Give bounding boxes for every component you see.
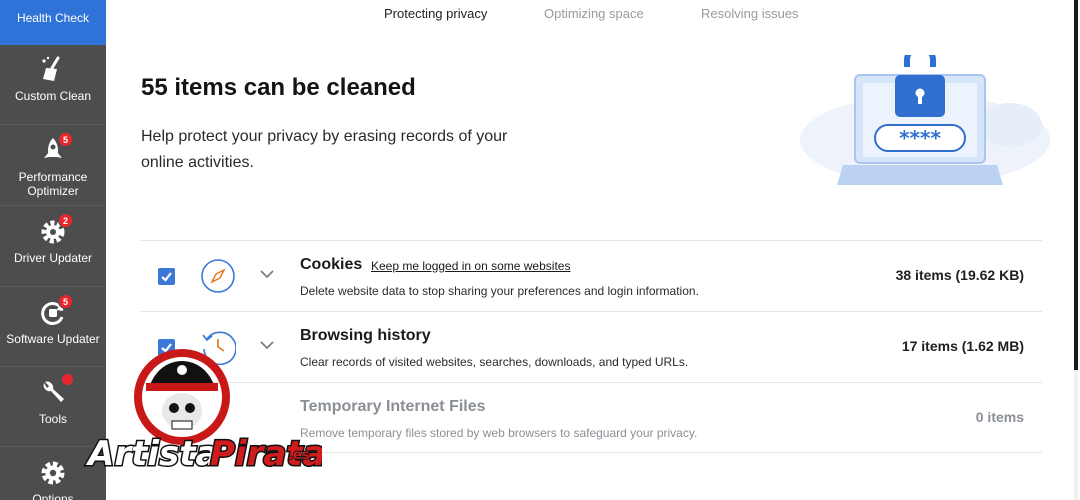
svg-text:.es: .es <box>288 448 310 463</box>
broom-icon <box>38 55 68 85</box>
rocket-icon: 5 <box>38 132 73 166</box>
watermark-logo: Artista Pirata .es <box>82 345 327 485</box>
sidebar-item-label: Software Updater <box>6 332 100 346</box>
badge-count: 2 <box>58 213 73 228</box>
gear-icon: 2 <box>38 213 73 247</box>
settings-icon <box>38 458 68 488</box>
list-item-cookies[interactable]: Cookies Keep me logged in on some websit… <box>140 240 1042 311</box>
sidebar-item-custom-clean[interactable]: Custom Clean <box>0 55 106 123</box>
badge-count: 5 <box>58 294 73 309</box>
sidebar-item-performance-optimizer[interactable]: 5 Performance Optimizer <box>0 132 106 204</box>
wrench-icon <box>38 374 73 408</box>
row-count: 0 items <box>975 409 1024 425</box>
tab-optimizing-space[interactable]: Optimizing space <box>544 6 644 21</box>
compass-icon <box>200 258 236 294</box>
sidebar-item-label: Performance Optimizer <box>18 170 88 198</box>
tab-protecting-privacy[interactable]: Protecting privacy <box>384 6 487 21</box>
badge-count: 5 <box>58 132 73 147</box>
password-mask-text: **** <box>899 126 941 150</box>
sidebar-item-label: Custom Clean <box>14 89 92 103</box>
row-description: Remove temporary files stored by web bro… <box>300 426 698 440</box>
cookies-checkbox[interactable] <box>158 268 175 285</box>
sidebar-item-label: Tools <box>38 412 67 426</box>
row-title: Temporary Internet Files <box>300 398 486 415</box>
row-count: 17 items (1.62 MB) <box>901 338 1024 354</box>
sidebar-item-label: Options <box>32 492 74 500</box>
row-description: Clear records of visited websites, searc… <box>300 355 689 369</box>
keep-logged-in-link[interactable]: Keep me logged in on some websites <box>371 259 570 273</box>
page-title: 55 items can be cleaned <box>141 74 416 101</box>
row-title: Cookies <box>300 256 363 273</box>
sidebar-item-label: Driver Updater <box>13 251 93 265</box>
sidebar-divider <box>0 286 106 287</box>
sidebar-divider <box>0 124 106 125</box>
page-description: Help protect your privacy by erasing rec… <box>141 128 508 171</box>
sidebar-divider <box>0 205 106 206</box>
refresh-icon: 5 <box>38 294 73 328</box>
tab-resolving-issues[interactable]: Resolving issues <box>701 6 799 21</box>
sidebar-item-health-check[interactable]: Health Check <box>0 0 106 45</box>
scrollbar-thumb[interactable] <box>1074 0 1078 370</box>
row-title: Browsing history <box>300 327 431 344</box>
row-count: 38 items (19.62 KB) <box>895 267 1024 283</box>
notification-dot <box>62 374 73 385</box>
svg-text:Artista: Artista <box>85 434 218 474</box>
row-description: Delete website data to stop sharing your… <box>300 284 699 298</box>
privacy-laptop-illustration: **** <box>795 44 1055 195</box>
sidebar-item-driver-updater[interactable]: 2 Driver Updater <box>0 213 106 277</box>
chevron-down-icon[interactable] <box>258 265 276 283</box>
sidebar-item-label: Health Check <box>16 11 90 25</box>
